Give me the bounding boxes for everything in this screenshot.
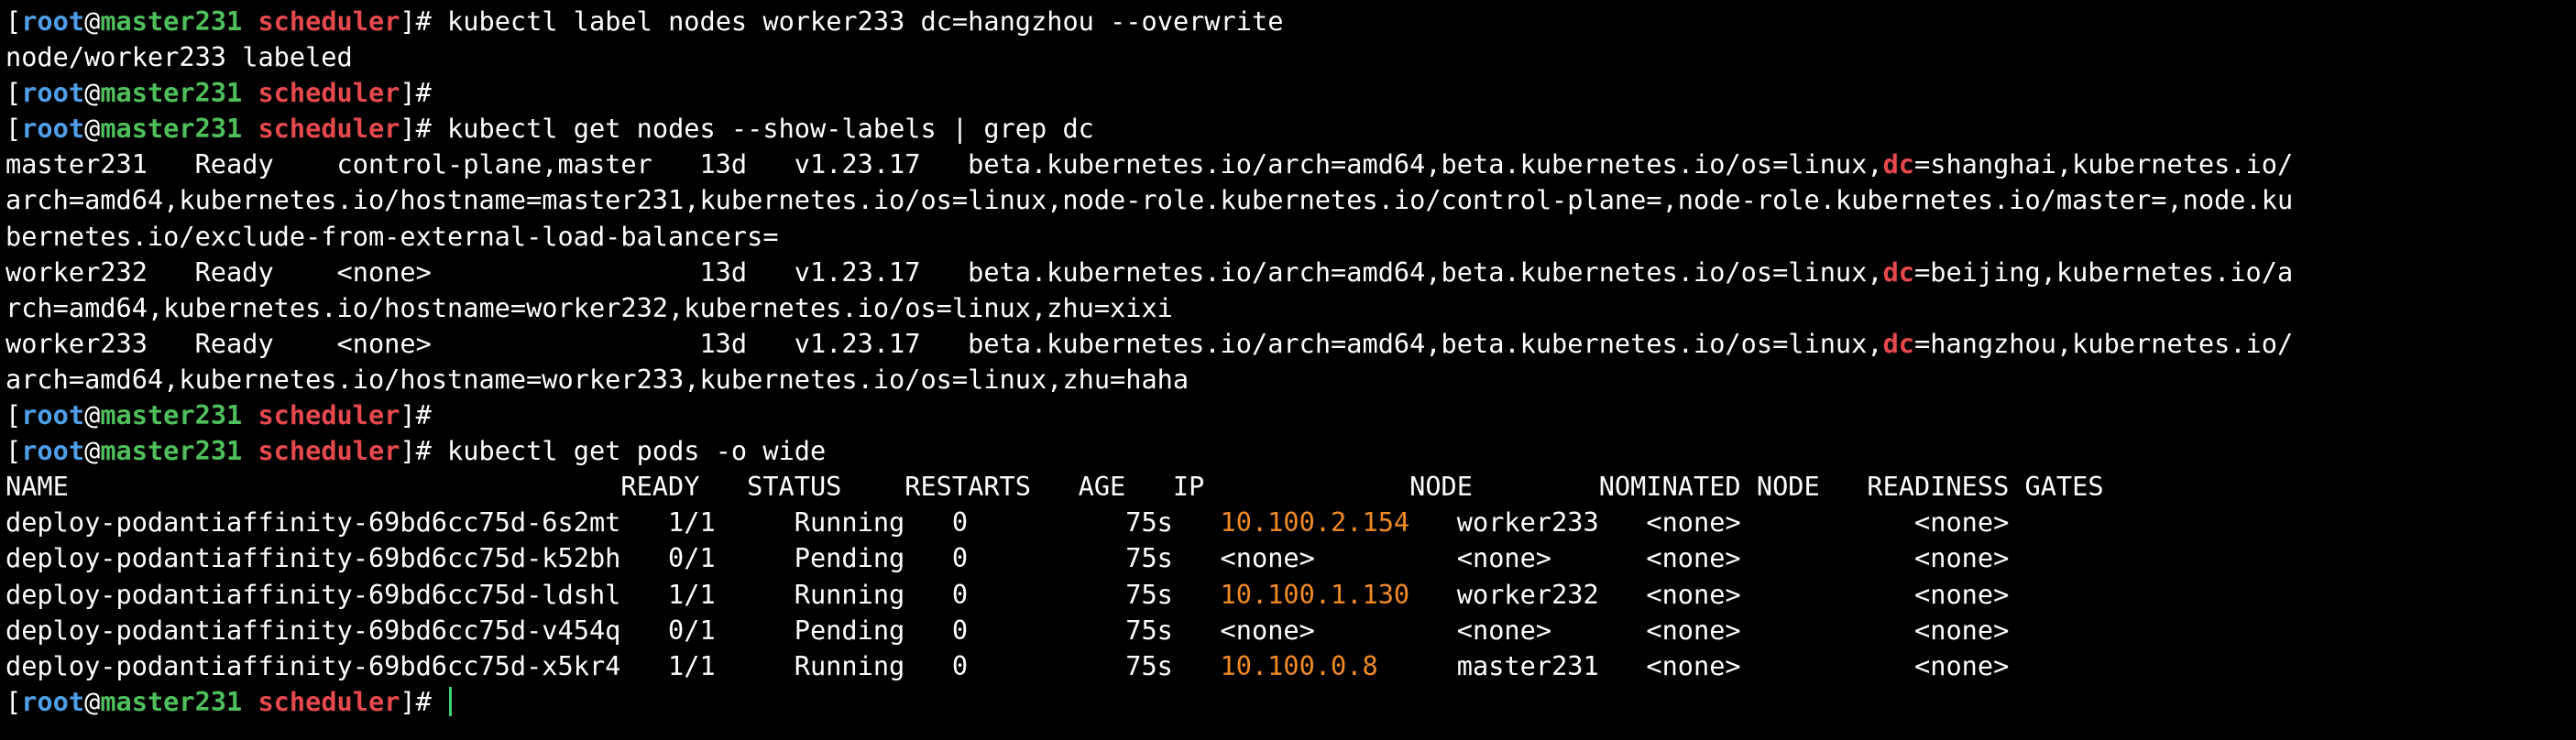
input-line[interactable]: [root@master231 scheduler]#	[5, 684, 2576, 720]
command-line: [root@master231 scheduler]# kubectl labe…	[5, 4, 2576, 39]
prompt: [root@master231 scheduler]#	[5, 399, 432, 431]
node-row: worker233 Ready <none> 13d v1.23.17 beta…	[5, 327, 2294, 359]
prompt: [root@master231 scheduler]#	[5, 5, 432, 37]
pod-ip: <none>	[1220, 542, 1315, 574]
prompt-line: [root@master231 scheduler]#	[5, 75, 2576, 111]
output-line: node/worker233 labeled	[5, 41, 353, 73]
pod-row: deploy-podantiaffinity-69bd6cc75d-x5kr4 …	[5, 649, 2010, 681]
pod-ip: <none>	[1220, 614, 1315, 646]
command-line: [root@master231 scheduler]# kubectl get …	[5, 433, 2576, 469]
grep-match: dc	[1882, 256, 1915, 288]
node-row-wrap: rch=amd64,kubernetes.io/hostname=worker2…	[5, 291, 1173, 323]
prompt: [root@master231 scheduler]#	[5, 77, 432, 109]
grep-match: dc	[1882, 327, 1915, 359]
node-row-wrap: bernetes.io/exclude-from-external-load-b…	[5, 220, 779, 252]
pod-row: deploy-podantiaffinity-69bd6cc75d-v454q …	[5, 614, 2010, 646]
pod-row: deploy-podantiaffinity-69bd6cc75d-6s2mt …	[5, 506, 2010, 539]
command-text: kubectl get nodes --show-labels | grep d…	[431, 113, 1094, 145]
text-cursor	[449, 686, 453, 716]
command-line: [root@master231 scheduler]# kubectl get …	[5, 111, 2576, 147]
node-row-wrap: arch=amd64,kubernetes.io/hostname=worker…	[5, 363, 1189, 395]
pod-ip: 10.100.0.8	[1220, 649, 1378, 681]
node-row-wrap: arch=amd64,kubernetes.io/hostname=master…	[5, 184, 2294, 216]
command-text: kubectl get pods -o wide	[431, 435, 827, 467]
prompt: [root@master231 scheduler]#	[5, 685, 432, 717]
terminal-window[interactable]: [root@master231 scheduler]# kubectl labe…	[0, 0, 2576, 740]
command-text: kubectl label nodes worker233 dc=hangzho…	[431, 5, 1284, 37]
node-row: worker232 Ready <none> 13d v1.23.17 beta…	[5, 256, 2294, 288]
pods-table-header: NAME READY STATUS RESTARTS AGE IP NODE N…	[5, 471, 2104, 503]
prompt-line: [root@master231 scheduler]#	[5, 397, 2576, 433]
prompt: [root@master231 scheduler]#	[5, 435, 432, 467]
pod-row: deploy-podantiaffinity-69bd6cc75d-ldshl …	[5, 578, 2010, 610]
pod-ip: 10.100.2.154	[1220, 506, 1410, 539]
pod-ip: 10.100.1.130	[1220, 578, 1410, 610]
prompt: [root@master231 scheduler]#	[5, 113, 432, 145]
pod-row: deploy-podantiaffinity-69bd6cc75d-k52bh …	[5, 542, 2010, 574]
grep-match: dc	[1882, 148, 1915, 180]
node-row: master231 Ready control-plane,master 13d…	[5, 148, 2294, 180]
